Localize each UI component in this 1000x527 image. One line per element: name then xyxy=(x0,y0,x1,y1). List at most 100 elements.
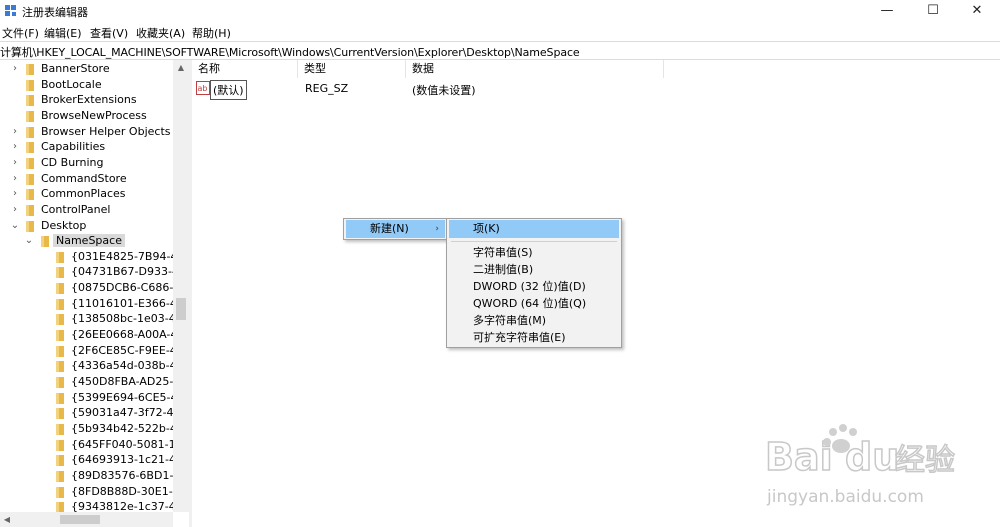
tree-item[interactable]: {04731B67-D933-450 xyxy=(0,264,189,280)
address-path[interactable]: 计算机\HKEY_LOCAL_MACHINE\SOFTWARE\Microsof… xyxy=(0,44,580,60)
collapsed-chevron-icon[interactable]: › xyxy=(10,173,20,185)
tree-vertical-scrollbar[interactable]: ▲ xyxy=(173,60,189,512)
tree-item[interactable]: {0875DCB6-C686-42 xyxy=(0,280,187,296)
tree-item[interactable]: {64693913-1c21-4f3 xyxy=(0,452,187,468)
scroll-thumb[interactable] xyxy=(176,298,186,320)
tree-item[interactable]: {5399E694-6CE5-4D xyxy=(0,390,186,406)
address-bar[interactable]: 计算机\HKEY_LOCAL_MACHINE\SOFTWARE\Microsof… xyxy=(0,41,1000,60)
tree-item[interactable]: {59031a47-3f72-44a xyxy=(0,405,187,421)
submenu-item[interactable]: QWORD (64 位)值(Q) xyxy=(449,295,619,313)
folder-icon xyxy=(56,408,64,420)
title-bar: 注册表编辑器 — ☐ ✕ xyxy=(0,0,1000,22)
tree-item-label: {2F6CE85C-F9EE-43C xyxy=(71,343,189,357)
tree-item-label: {138508bc-1e03-494 xyxy=(71,312,189,326)
minimize-button[interactable]: — xyxy=(864,0,910,22)
tree-item-label: {031E4825-7B94-4dc xyxy=(71,249,189,263)
tree-item[interactable]: {89D83576-6BD1-4c xyxy=(0,468,186,484)
tree-item[interactable]: ⌄ NameSpace xyxy=(0,233,173,249)
tree-item[interactable]: › CommandStore xyxy=(0,171,173,187)
window-title: 注册表编辑器 xyxy=(22,6,88,19)
tree-item-label: {5399E694-6CE5-4D xyxy=(71,390,186,404)
value-name[interactable]: (默认) xyxy=(210,80,247,100)
folder-icon xyxy=(56,345,64,357)
value-data: (数值未设置) xyxy=(412,84,476,97)
column-header-name[interactable]: 名称 xyxy=(192,60,298,78)
tree-item[interactable]: › Browser Helper Objects xyxy=(0,124,173,140)
tree-item[interactable]: › BannerStore xyxy=(0,61,173,77)
tree-item[interactable]: › ControlPanel xyxy=(0,202,173,218)
tree-item-label: {89D83576-6BD1-4c xyxy=(71,468,187,482)
menu-edit[interactable]: 编辑(E) xyxy=(44,25,82,41)
tree-item-label: ControlPanel xyxy=(41,202,111,216)
tree-horizontal-scrollbar[interactable]: ◀ xyxy=(0,512,173,527)
scroll-up-icon[interactable]: ▲ xyxy=(173,60,189,76)
hscroll-thumb[interactable] xyxy=(60,515,100,524)
tree-item-label: BrowseNewProcess xyxy=(41,108,147,122)
tree-item-label: {59031a47-3f72-44a xyxy=(71,406,188,420)
tree-item[interactable]: › CD Burning xyxy=(0,155,173,171)
collapsed-chevron-icon[interactable]: › xyxy=(10,63,20,75)
collapsed-chevron-icon[interactable]: › xyxy=(10,204,20,216)
column-header-type[interactable]: 类型 xyxy=(298,60,406,78)
tree-item[interactable]: {5b934b42-522b-4c xyxy=(0,421,183,437)
collapsed-chevron-icon[interactable]: › xyxy=(10,157,20,169)
folder-icon xyxy=(56,470,64,482)
folder-icon xyxy=(26,157,34,169)
tree-item[interactable]: ⌄ Desktop xyxy=(0,218,173,234)
folder-icon xyxy=(26,173,34,185)
folder-icon xyxy=(56,314,64,326)
tree-item[interactable]: {26EE0668-A00A-44 xyxy=(0,327,184,343)
tree-item[interactable]: {2F6CE85C-F9EE-43C xyxy=(0,343,189,359)
tree-item-label: {04731B67-D933-450 xyxy=(71,265,189,279)
svg-text:Bai: Bai xyxy=(765,435,833,479)
submenu-item[interactable]: 二进制值(B) xyxy=(449,261,619,279)
scroll-left-icon[interactable]: ◀ xyxy=(0,512,14,527)
new-submenu: 项(K) 字符串值(S) 二进制值(B) DWORD (32 位)值(D) QWORD … xyxy=(446,218,622,348)
expanded-chevron-icon[interactable]: ⌄ xyxy=(10,220,20,232)
svg-text:du: du xyxy=(845,435,899,479)
context-menu-new[interactable]: 新建(N) › xyxy=(346,220,445,238)
tree-item[interactable]: BootLocale xyxy=(0,77,173,93)
list-item[interactable]: ab (默认) REG_SZ (数值未设置) xyxy=(192,80,1000,100)
tree-item[interactable]: › CommonPlaces xyxy=(0,186,173,202)
tree-item[interactable]: {8FD8B88D-30E1-4F xyxy=(0,484,186,500)
tree-item[interactable]: BrowseNewProcess xyxy=(0,108,173,124)
menu-help[interactable]: 帮助(H) xyxy=(192,25,231,41)
submenu-item[interactable]: 可扩充字符串值(E) xyxy=(449,329,619,347)
tree-item[interactable]: {031E4825-7B94-4dc xyxy=(0,249,189,265)
folder-icon xyxy=(56,439,64,451)
folder-icon xyxy=(26,79,34,91)
menu-view[interactable]: 查看(V) xyxy=(90,25,128,41)
maximize-button[interactable]: ☐ xyxy=(910,0,956,22)
tree-item[interactable]: BrokerExtensions xyxy=(0,92,173,108)
close-button[interactable]: ✕ xyxy=(954,0,1000,22)
column-header-data[interactable]: 数据 xyxy=(406,60,664,78)
tree-item-label: Desktop xyxy=(41,218,87,232)
tree-item[interactable]: › Capabilities xyxy=(0,139,173,155)
submenu-item[interactable]: DWORD (32 位)值(D) xyxy=(449,278,619,296)
submenu-item[interactable]: 多字符串值(M) xyxy=(449,312,619,330)
tree-item[interactable]: {138508bc-1e03-494 xyxy=(0,311,189,327)
tree-item[interactable]: {645FF040-5081-101 xyxy=(0,437,189,453)
registry-tree[interactable]: › BannerStore BootLocale BrokerExtensions Br… xyxy=(0,60,189,527)
tree-item[interactable]: {11016101-E366-4D xyxy=(0,296,185,312)
collapsed-chevron-icon[interactable]: › xyxy=(10,141,20,153)
menu-favorites[interactable]: 收藏夹(A) xyxy=(136,25,185,41)
svg-text:经验: 经验 xyxy=(895,443,955,478)
menu-separator xyxy=(451,241,617,242)
tree-item[interactable]: {4336a54d-038b-46 xyxy=(0,358,184,374)
folder-icon xyxy=(26,142,34,154)
tree-item-label: {8FD8B88D-30E1-4F xyxy=(71,484,187,498)
folder-icon xyxy=(26,126,34,138)
tree-item[interactable]: {450D8FBA-AD25-11 xyxy=(0,374,187,390)
tree-item-label: BrokerExtensions xyxy=(41,93,137,107)
menu-file[interactable]: 文件(F) xyxy=(2,25,39,41)
submenu-item[interactable]: 项(K) xyxy=(449,220,619,238)
expanded-chevron-icon[interactable]: ⌄ xyxy=(24,235,34,247)
submenu-item[interactable]: 字符串值(S) xyxy=(449,244,619,262)
value-type: REG_SZ xyxy=(305,82,349,95)
collapsed-chevron-icon[interactable]: › xyxy=(10,126,20,138)
folder-icon xyxy=(56,330,64,342)
tree-item-label: CD Burning xyxy=(41,155,104,169)
collapsed-chevron-icon[interactable]: › xyxy=(10,188,20,200)
